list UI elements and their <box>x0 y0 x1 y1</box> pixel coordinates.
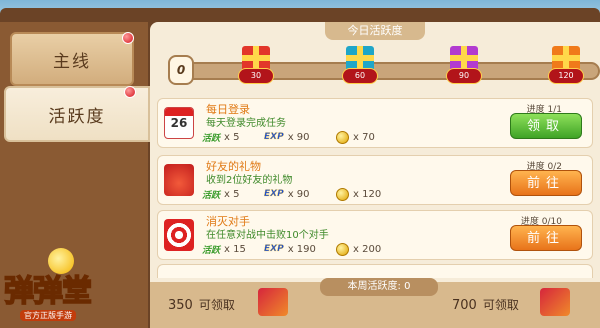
daily-activity-header: 今日活跃度 <box>325 22 425 40</box>
reward-activity: x 15 <box>224 243 246 255</box>
reward-coins: x 200 <box>353 243 382 255</box>
activity-points-icon: 活跃 <box>202 245 221 256</box>
weekly-gift-icon[interactable] <box>540 288 570 316</box>
task-rewards: 活跃 x 5 EXP x 90 x 120 <box>202 186 393 202</box>
milestone-label: 30 <box>238 68 274 84</box>
milestone-label: 60 <box>342 68 378 84</box>
exp-icon: EXP <box>264 244 284 254</box>
task-row-defeat-opponents: 消灭对手 在任意对战中击败10个对手 活跃 x 15 EXP x 190 x 200… <box>157 210 593 260</box>
reward-exp: x 90 <box>287 188 310 200</box>
gift-box-icon <box>164 164 194 196</box>
activity-progress-value: 0 <box>168 55 194 85</box>
activity-progress-bar <box>170 62 600 80</box>
exp-icon: EXP <box>264 132 284 142</box>
milestone-chest-120[interactable]: 120 <box>548 42 584 86</box>
task-description: 每天登录完成任务 <box>206 118 286 129</box>
logo-text: 弹弹堂 <box>3 273 93 310</box>
claim-amount: 350 <box>168 298 193 313</box>
gold-coin-icon <box>336 242 349 256</box>
task-row-friend-gift: 好友的礼物 收到2位好友的礼物 活跃 x 5 EXP x 90 x 120 进度 0… <box>157 155 593 205</box>
tab-main-quest-label: 主线 <box>53 51 91 72</box>
task-description: 在任意对战中击败10个对手 <box>206 230 329 241</box>
task-row-partial <box>157 264 593 278</box>
task-rewards: 活跃 x 15 EXP x 190 x 200 <box>202 241 393 257</box>
milestone-chest-90[interactable]: 90 <box>446 42 482 86</box>
reward-activity: x 5 <box>224 131 240 143</box>
target-icon <box>164 219 194 251</box>
gold-coin-icon <box>336 130 349 144</box>
milestone-chest-60[interactable]: 60 <box>342 42 378 86</box>
notification-dot-main <box>122 32 134 44</box>
activity-points-icon: 活跃 <box>202 133 221 144</box>
activity-points-icon: 活跃 <box>202 190 221 201</box>
go-button[interactable]: 前往 <box>510 170 582 196</box>
gold-coin-icon <box>336 187 349 201</box>
task-description: 收到2位好友的礼物 <box>206 175 293 186</box>
go-button[interactable]: 前往 <box>510 225 582 251</box>
reward-activity: x 5 <box>224 188 240 200</box>
claim-amount: 700 <box>452 298 477 313</box>
logo-subtitle: 官方正版手游 <box>20 310 76 321</box>
reward-exp: x 190 <box>287 243 316 255</box>
calendar-icon: 26 <box>164 107 194 139</box>
exp-icon: EXP <box>264 189 284 199</box>
task-rewards: 活跃 x 5 EXP x 90 x 70 <box>202 129 387 145</box>
weekly-claim-350: 350 可领取 <box>168 296 235 313</box>
task-row-daily-login: 26 每日登录 每天登录完成任务 活跃 x 5 EXP x 90 x 70 进度 1… <box>157 98 593 148</box>
reward-coins: x 120 <box>353 188 382 200</box>
claim-text: 可领取 <box>198 298 235 312</box>
reward-exp: x 90 <box>287 131 310 143</box>
notification-dot-activity <box>124 86 136 98</box>
milestone-label: 120 <box>548 68 584 84</box>
milestone-chest-30[interactable]: 30 <box>238 42 274 86</box>
claim-button[interactable]: 领取 <box>510 113 582 139</box>
reward-coins: x 70 <box>353 131 375 143</box>
tab-main-quest[interactable]: 主线 <box>10 32 134 86</box>
tab-activity-label: 活跃度 <box>48 106 106 127</box>
weekly-activity-label: 本周活跃度: 0 <box>320 278 438 296</box>
weekly-claim-700: 700 可领取 <box>452 296 519 313</box>
calendar-day: 26 <box>170 116 188 130</box>
milestone-label: 90 <box>446 68 482 84</box>
claim-text: 可领取 <box>482 298 519 312</box>
game-logo: 弹弹堂 官方正版手游 <box>2 248 130 326</box>
weekly-gift-icon[interactable] <box>258 288 288 316</box>
